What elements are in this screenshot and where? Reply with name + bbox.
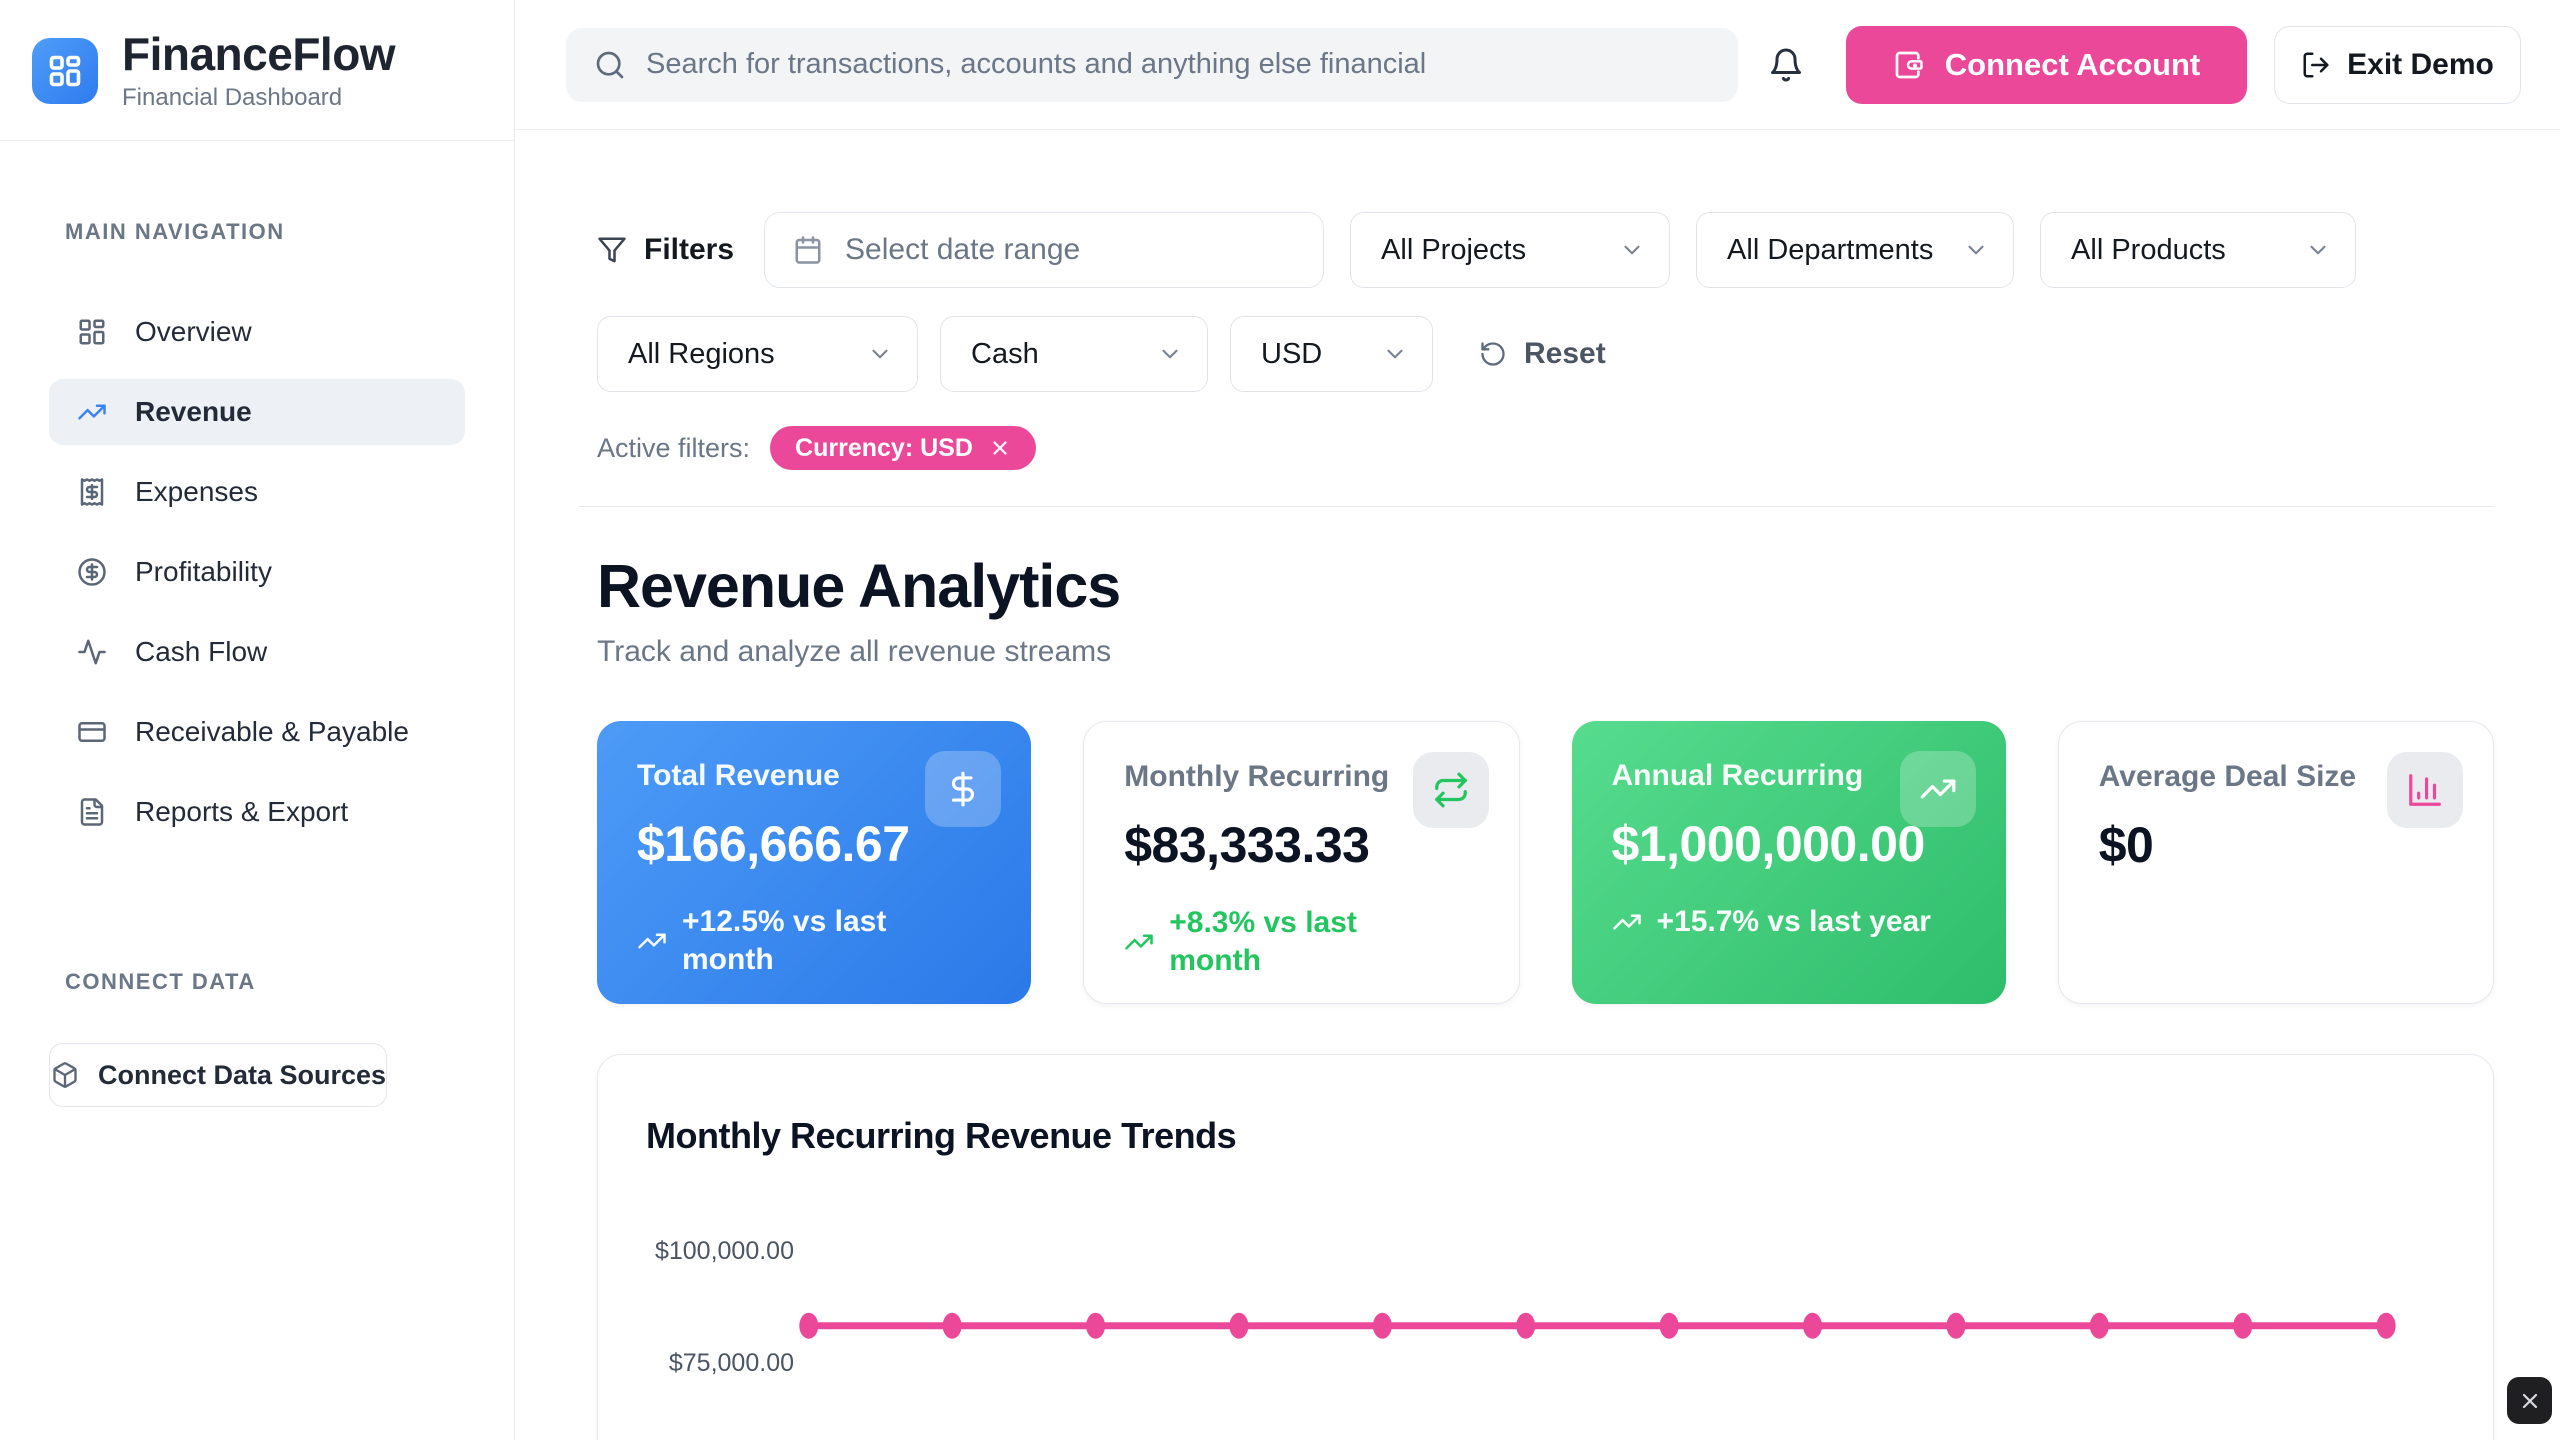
circle-dollar-icon: [76, 556, 108, 588]
sidebar-item-revenue[interactable]: Revenue: [49, 379, 465, 445]
chevron-down-icon: [1157, 341, 1183, 367]
active-filters-row: Active filters: Currency: USD: [597, 426, 2494, 470]
sidebar-item-label: Revenue: [135, 396, 252, 428]
y-axis-tick: $100,000.00: [598, 1237, 794, 1266]
connect-account-button[interactable]: Connect Account: [1846, 26, 2247, 104]
bell-icon: [1768, 47, 1804, 83]
repeat-icon: [1413, 752, 1489, 828]
mrr-trends-chart-card: Monthly Recurring Revenue Trends $100,00…: [597, 1054, 2494, 1440]
top-bar: Connect Account Exit Demo: [515, 0, 2560, 130]
sidebar-item-label: Overview: [135, 316, 252, 348]
regions-filter-dropdown[interactable]: All Regions: [597, 316, 918, 392]
filter-funnel-icon: [597, 235, 627, 265]
chart-title: Monthly Recurring Revenue Trends: [646, 1115, 1236, 1157]
log-out-icon: [2301, 50, 2331, 80]
close-overlay-button[interactable]: [2507, 1377, 2552, 1424]
global-search[interactable]: [566, 28, 1738, 102]
app-tagline: Financial Dashboard: [122, 84, 395, 112]
sidebar-item-overview[interactable]: Overview: [49, 299, 465, 365]
sidebar-item-label: Receivable & Payable: [135, 716, 409, 748]
sidebar-item-reports-export[interactable]: Reports & Export: [49, 779, 465, 845]
main-navigation-title: MAIN NAVIGATION: [65, 219, 514, 245]
close-icon[interactable]: [989, 437, 1011, 459]
trending-up-icon: [76, 396, 108, 428]
payment-type-dropdown[interactable]: Cash: [940, 316, 1208, 392]
sidebar-item-label: Reports & Export: [135, 796, 348, 828]
stat-cards: Total Revenue $166,666.67 +12.5% vs last…: [597, 721, 2494, 1004]
stat-card-average-deal-size: Average Deal Size $0: [2058, 721, 2494, 1004]
activity-icon: [76, 636, 108, 668]
sidebar-item-label: Expenses: [135, 476, 258, 508]
sidebar-item-receivable-payable[interactable]: Receivable & Payable: [49, 699, 465, 765]
filters-row-1: Filters All Projects All Departments All…: [597, 212, 2494, 288]
credit-card-icon: [76, 716, 108, 748]
page-subtitle: Track and analyze all revenue streams: [597, 635, 2494, 669]
reset-label: Reset: [1524, 337, 1606, 371]
connect-data-sources-button[interactable]: Connect Data Sources: [49, 1043, 387, 1107]
file-text-icon: [76, 796, 108, 828]
connect-data-title: CONNECT DATA: [65, 969, 514, 995]
sidebar-item-profitability[interactable]: Profitability: [49, 539, 465, 605]
search-icon: [594, 49, 626, 81]
chevron-down-icon: [2305, 237, 2331, 263]
page-title: Revenue Analytics: [597, 551, 2494, 621]
sidebar: FinanceFlow Financial Dashboard MAIN NAV…: [0, 0, 515, 1440]
bar-chart-icon: [2387, 752, 2463, 828]
stat-card-annual-recurring: Annual Recurring $1,000,000.00 +15.7% vs…: [1572, 721, 2006, 1004]
trending-up-icon: [1900, 751, 1976, 827]
sidebar-item-label: Cash Flow: [135, 636, 267, 668]
trending-up-icon: [1124, 927, 1154, 957]
filters-title: Filters: [644, 233, 734, 267]
chevron-down-icon: [867, 341, 893, 367]
chevron-down-icon: [1963, 237, 1989, 263]
stat-card-monthly-recurring: Monthly Recurring $83,333.33 +8.3% vs la…: [1083, 721, 1519, 1004]
main-navigation: Overview Revenue Expenses Profitability …: [49, 299, 465, 845]
date-range-picker[interactable]: [764, 212, 1324, 288]
filters-header: Filters: [597, 233, 734, 267]
reset-filters-button[interactable]: Reset: [1479, 337, 1606, 371]
sidebar-item-expenses[interactable]: Expenses: [49, 459, 465, 525]
connect-data-sources-label: Connect Data Sources: [98, 1060, 386, 1091]
layout-dashboard-icon: [76, 316, 108, 348]
main-content: Filters All Projects All Departments All…: [515, 130, 2560, 1440]
search-input[interactable]: [646, 48, 1710, 81]
calendar-icon: [793, 235, 823, 265]
wallet-icon: [1893, 49, 1925, 81]
divider: [579, 506, 2494, 507]
projects-filter-dropdown[interactable]: All Projects: [1350, 212, 1670, 288]
sidebar-item-label: Profitability: [135, 556, 272, 588]
receipt-icon: [76, 476, 108, 508]
financeflow-app: FinanceFlow Financial Dashboard MAIN NAV…: [0, 0, 2560, 1440]
sidebar-item-cash-flow[interactable]: Cash Flow: [49, 619, 465, 685]
notifications-button[interactable]: [1764, 43, 1808, 87]
date-range-input[interactable]: [845, 233, 1295, 267]
package-icon: [50, 1060, 80, 1090]
exit-demo-label: Exit Demo: [2347, 48, 2494, 82]
departments-filter-dropdown[interactable]: All Departments: [1696, 212, 2014, 288]
products-filter-dropdown[interactable]: All Products: [2040, 212, 2356, 288]
connect-account-label: Connect Account: [1945, 47, 2200, 83]
trending-up-icon: [1612, 907, 1642, 937]
active-filters-label: Active filters:: [597, 433, 750, 464]
close-icon: [2518, 1389, 2542, 1413]
currency-dropdown[interactable]: USD: [1230, 316, 1433, 392]
active-filter-chip-currency[interactable]: Currency: USD: [770, 426, 1036, 470]
chevron-down-icon: [1382, 341, 1408, 367]
app-logo-icon: [32, 38, 98, 104]
app-logo: FinanceFlow Financial Dashboard: [0, 0, 514, 141]
y-axis-tick: $75,000.00: [598, 1349, 794, 1378]
app-name: FinanceFlow: [122, 30, 395, 78]
trending-up-icon: [637, 926, 667, 956]
rotate-ccw-icon: [1479, 340, 1507, 368]
exit-demo-button[interactable]: Exit Demo: [2274, 26, 2521, 104]
mrr-line-chart: [598, 1055, 2493, 1440]
dollar-icon: [925, 751, 1001, 827]
filters-row-2: All Regions Cash USD Reset: [597, 316, 2494, 392]
stat-card-total-revenue: Total Revenue $166,666.67 +12.5% vs last…: [597, 721, 1031, 1004]
chevron-down-icon: [1619, 237, 1645, 263]
